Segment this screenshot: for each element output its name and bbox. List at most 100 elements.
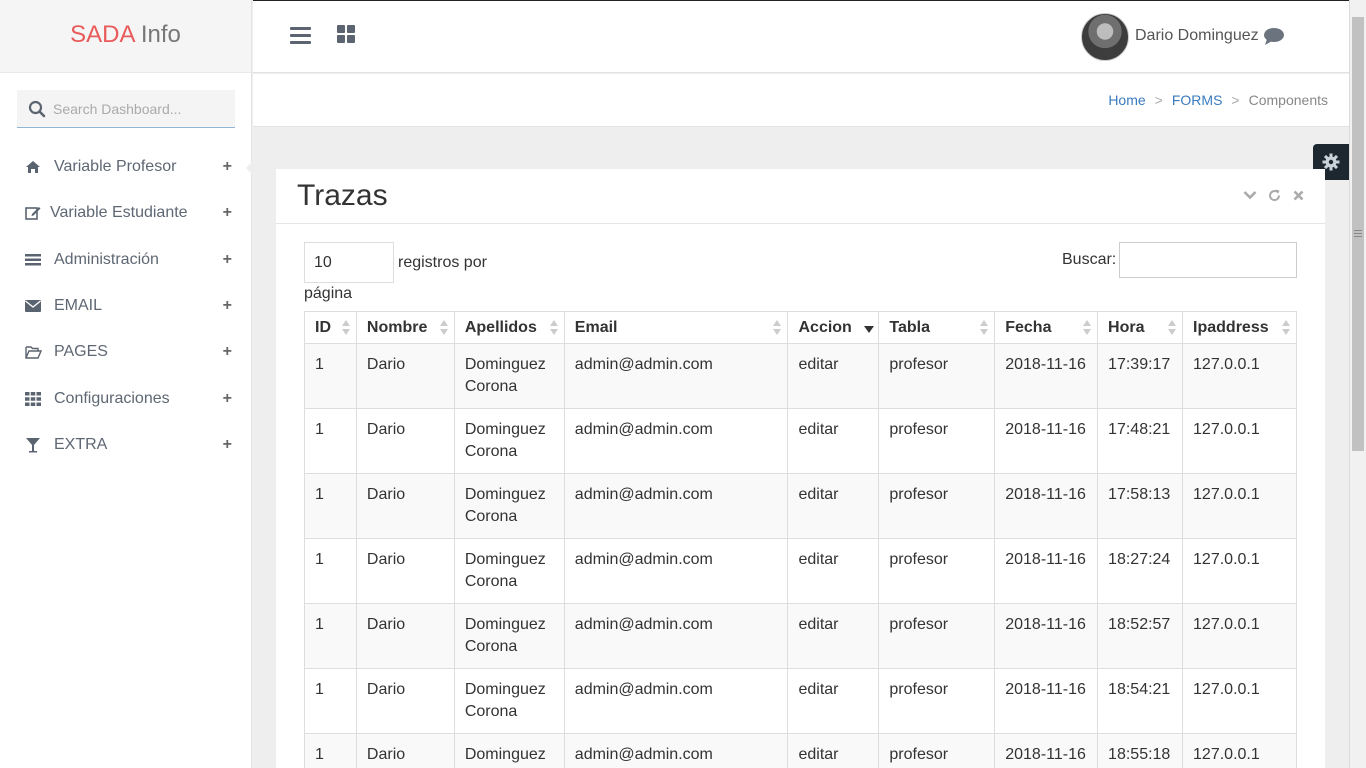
col-header-ipaddress[interactable]: Ipaddress <box>1182 311 1297 344</box>
breadcrumb: Home > FORMS > Components <box>1108 92 1328 108</box>
breadcrumb-forms[interactable]: FORMS <box>1172 92 1223 108</box>
table-row[interactable]: 1 Dario Dominguez Corona admin@admin.com edi… <box>304 538 1297 604</box>
col-header-label: Nombre <box>366 318 428 336</box>
expand-plus-icon: + <box>222 435 232 453</box>
sidebar-item-label: Administración <box>54 250 159 268</box>
brand-part-1: SADA <box>70 21 135 48</box>
sidebar-item-pages[interactable]: PAGES + <box>0 329 252 375</box>
cell-nombre: Dario <box>355 408 455 474</box>
table-row[interactable]: 1 Dario Dominguez Corona admin@admin.com edi… <box>304 603 1297 669</box>
page-scrollbar[interactable] <box>1349 0 1366 768</box>
cell-accion: editar <box>787 343 880 409</box>
table-row[interactable]: 1 Dario Dominguez admin@admin.com editar prof… <box>304 733 1297 768</box>
cell-email: admin@admin.com <box>563 473 789 539</box>
table-row[interactable]: 1 Dario Dominguez Corona admin@admin.com edi… <box>304 473 1297 539</box>
chat-icon[interactable] <box>1263 27 1285 47</box>
cell-ipaddress: 127.0.0.1 <box>1182 668 1297 734</box>
sidebar-item-label: Variable Profesor <box>54 158 177 176</box>
cell-tabla: profesor <box>878 733 996 768</box>
cell-id: 1 <box>304 733 357 768</box>
cell-hora: 18:54:21 <box>1097 668 1184 734</box>
col-header-label: Hora <box>1108 318 1145 336</box>
sidebar-search-input[interactable] <box>53 90 231 127</box>
panel-title: Trazas <box>297 179 388 212</box>
cell-tabla: profesor <box>878 473 996 539</box>
cell-ipaddress: 127.0.0.1 <box>1182 473 1297 539</box>
cell-id: 1 <box>304 343 357 409</box>
cell-id: 1 <box>304 668 357 734</box>
sidebar-item-extra[interactable]: EXTRA + <box>0 422 252 468</box>
table-row[interactable]: 1 Dario Dominguez Corona admin@admin.com edi… <box>304 343 1297 409</box>
cell-id: 1 <box>304 408 357 474</box>
sidebar-item-label: Configuraciones <box>54 389 170 407</box>
cell-apellidos: Dominguez Corona <box>453 473 565 539</box>
cell-id: 1 <box>304 473 357 539</box>
sidebar-item-administracion[interactable]: Administración + <box>0 237 252 283</box>
cell-hora: 17:39:17 <box>1097 343 1184 409</box>
cell-email: admin@admin.com <box>563 733 789 768</box>
trazas-panel: Trazas 10 registros por página Buscar: I… <box>276 169 1325 768</box>
col-header-nombre[interactable]: Nombre <box>355 311 455 344</box>
cell-hora: 18:55:18 <box>1097 733 1184 768</box>
apps-grid-icon[interactable] <box>337 25 355 43</box>
col-header-label: Fecha <box>1005 318 1052 336</box>
table-row[interactable]: 1 Dario Dominguez Corona admin@admin.com edi… <box>304 668 1297 734</box>
collapse-chevron-icon[interactable] <box>1243 188 1257 202</box>
cell-hora: 17:48:21 <box>1097 408 1184 474</box>
col-header-email[interactable]: Email <box>563 311 789 344</box>
cell-email: admin@admin.com <box>563 603 789 669</box>
close-icon[interactable] <box>1291 188 1305 202</box>
sidebar-item-variable-profesor[interactable]: Variable Profesor + <box>0 144 252 190</box>
cell-accion: editar <box>787 603 880 669</box>
col-header-hora[interactable]: Hora <box>1097 311 1184 344</box>
cell-nombre: Dario <box>355 538 455 604</box>
cell-nombre: Dario <box>355 668 455 734</box>
table-body: 1 Dario Dominguez Corona admin@admin.com edi… <box>304 343 1297 768</box>
expand-plus-icon: + <box>222 297 232 315</box>
col-header-label: Ipaddress <box>1193 318 1269 336</box>
search-icon <box>28 100 46 118</box>
cell-fecha: 2018-11-16 <box>994 343 1099 409</box>
col-header-accion[interactable]: Accion <box>787 311 880 344</box>
menu-toggle-icon[interactable] <box>290 27 311 45</box>
col-header-fecha[interactable]: Fecha <box>994 311 1099 344</box>
refresh-icon[interactable] <box>1267 188 1281 202</box>
page-length-select[interactable]: 10 <box>304 242 394 283</box>
cell-fecha: 2018-11-16 <box>994 668 1099 734</box>
home-icon <box>24 158 42 176</box>
table-header-row: ID Nombre Apellidos Email Accion Tabla F… <box>304 311 1297 344</box>
cell-ipaddress: 127.0.0.1 <box>1182 408 1297 474</box>
col-header-apellidos[interactable]: Apellidos <box>453 311 565 344</box>
sidebar-item-variable-estudiante[interactable]: Variable Estudiante + <box>0 190 252 236</box>
col-header-label: Tabla <box>889 318 930 336</box>
cell-apellidos: Dominguez Corona <box>453 343 565 409</box>
breadcrumb-separator: > <box>1154 92 1163 108</box>
expand-plus-icon: + <box>222 250 232 268</box>
cell-email: admin@admin.com <box>563 343 789 409</box>
sidebar-item-configuraciones[interactable]: Configuraciones + <box>0 375 252 421</box>
topbar: Dario Dominguez <box>253 0 1349 73</box>
sort-icon <box>773 320 782 336</box>
avatar[interactable] <box>1081 13 1129 61</box>
list-icon <box>24 251 42 269</box>
sidebar-item-email[interactable]: EMAIL + <box>0 283 252 329</box>
edit-icon <box>24 204 42 222</box>
table-search-input[interactable] <box>1119 242 1297 278</box>
user-name[interactable]: Dario Dominguez <box>1135 27 1259 45</box>
cell-email: admin@admin.com <box>563 538 789 604</box>
cell-email: admin@admin.com <box>563 668 789 734</box>
col-header-tabla[interactable]: Tabla <box>878 311 996 344</box>
cell-apellidos: Dominguez Corona <box>453 538 565 604</box>
brand-logo[interactable]: SADA Info <box>0 0 251 73</box>
envelope-icon <box>24 297 42 315</box>
sort-icon <box>980 320 989 336</box>
cell-accion: editar <box>787 538 880 604</box>
sidebar-item-label: PAGES <box>54 343 108 361</box>
cell-hora: 18:27:24 <box>1097 538 1184 604</box>
col-header-id[interactable]: ID <box>304 311 357 344</box>
table-row[interactable]: 1 Dario Dominguez Corona admin@admin.com edi… <box>304 408 1297 474</box>
table-search-label: Buscar: <box>1062 251 1117 268</box>
breadcrumb-home[interactable]: Home <box>1108 92 1145 108</box>
cell-apellidos: Dominguez Corona <box>453 408 565 474</box>
sort-icon <box>1083 320 1092 336</box>
